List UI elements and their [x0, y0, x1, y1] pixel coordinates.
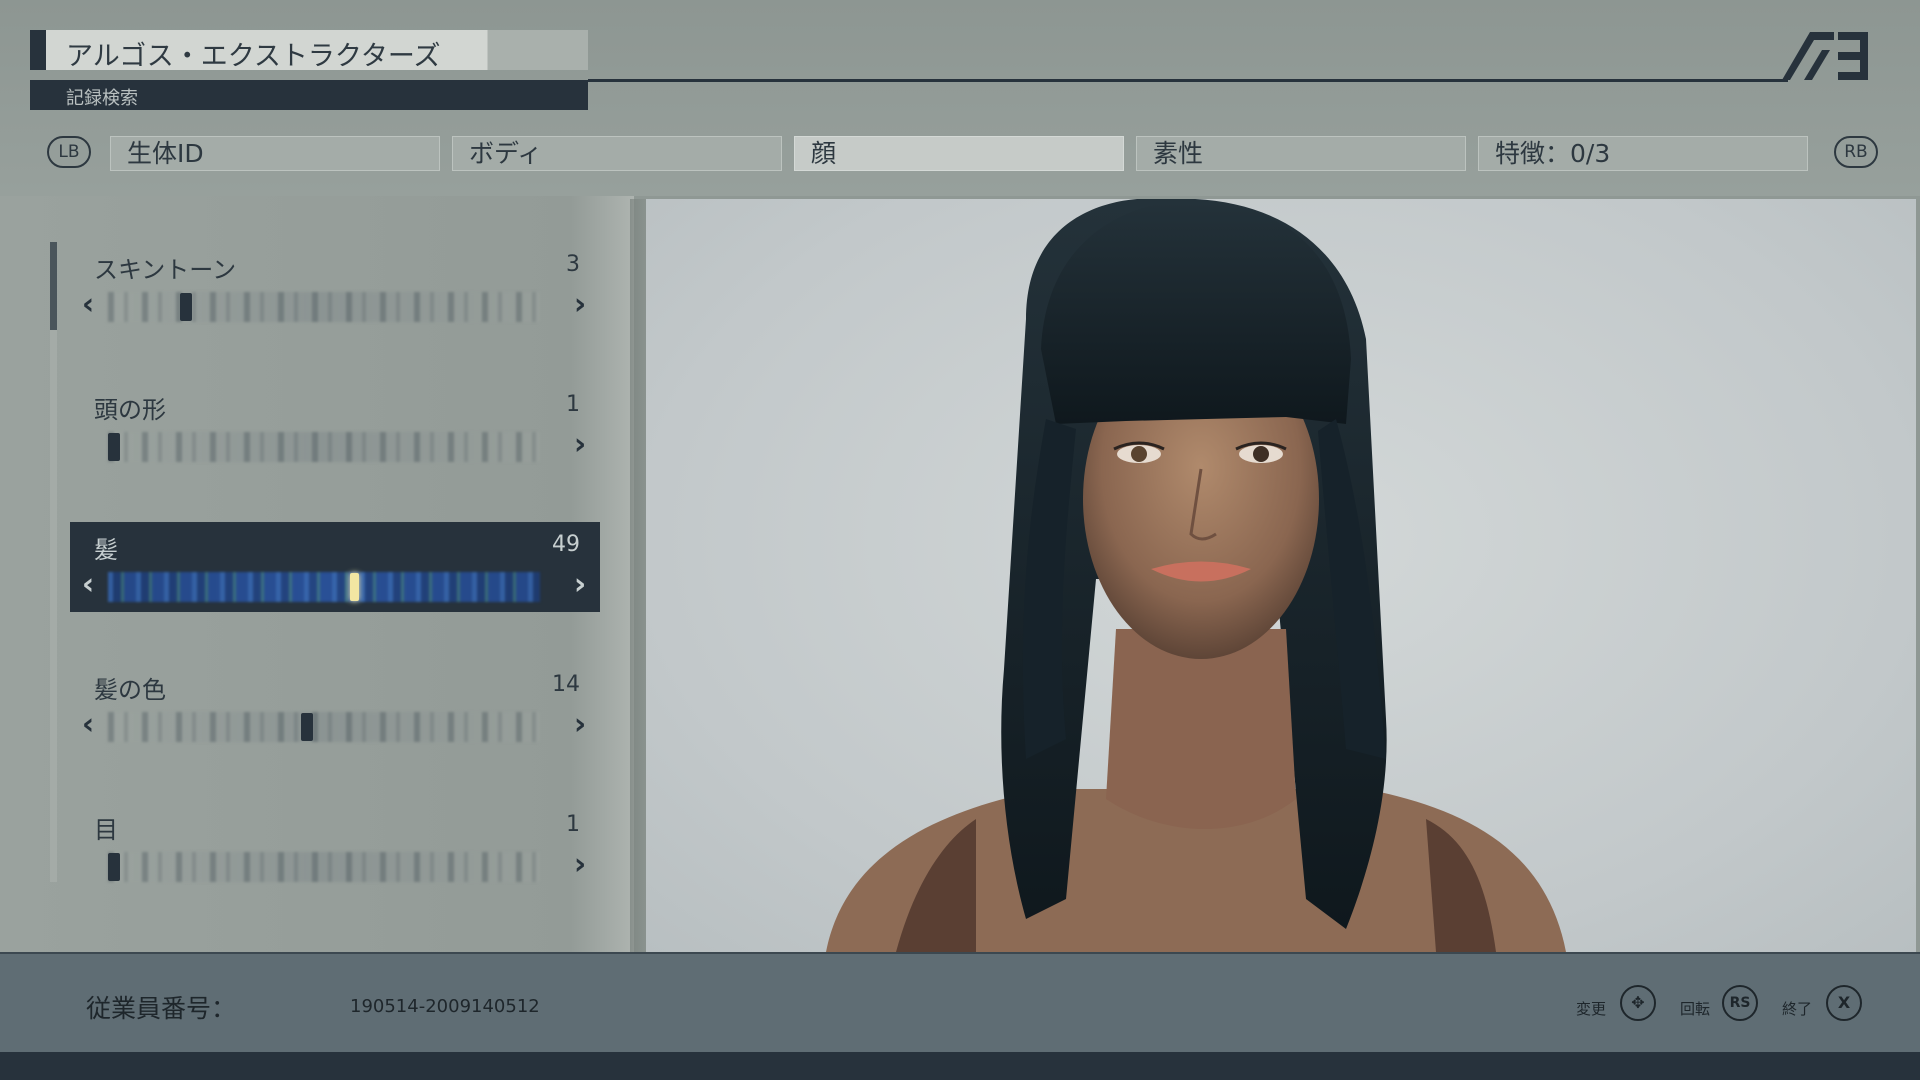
- x-button-icon[interactable]: X: [1826, 985, 1862, 1021]
- face-options-panel: スキントーン 3 ‹ › 頭の形 1 › 髪 49 ‹ › 髪の色 14 ‹ ›…: [0, 196, 634, 952]
- option-hair[interactable]: 髪 49 ‹ ›: [70, 522, 600, 612]
- dpad-icon[interactable]: ✥: [1620, 985, 1656, 1021]
- option-label: 目: [94, 816, 118, 844]
- chevron-right-icon[interactable]: ›: [568, 570, 592, 600]
- option-label: 頭の形: [94, 396, 166, 424]
- option-eyes[interactable]: 目 1 ›: [70, 802, 600, 892]
- slider-track: [108, 852, 540, 882]
- chevron-left-icon[interactable]: ‹: [76, 570, 100, 600]
- character-preview[interactable]: [646, 199, 1916, 952]
- chevron-left-icon[interactable]: ‹: [76, 290, 100, 320]
- chevron-right-icon[interactable]: ›: [568, 710, 592, 740]
- tab-biometric-id[interactable]: 生体ID: [110, 136, 440, 171]
- hint-change-label: 変更: [1576, 1000, 1607, 1018]
- chevron-right-icon[interactable]: ›: [568, 290, 592, 320]
- bottom-strip: [0, 1052, 1920, 1080]
- option-slider[interactable]: [108, 432, 540, 462]
- option-slider[interactable]: [108, 292, 540, 322]
- slider-marker[interactable]: [108, 433, 120, 461]
- title-accent: [30, 30, 46, 70]
- slider-marker[interactable]: [300, 713, 313, 741]
- character-portrait: [826, 199, 1566, 952]
- tab-face[interactable]: 顔: [794, 136, 1124, 171]
- header-divider: [588, 79, 1788, 82]
- option-label: 髪の色: [94, 676, 166, 704]
- tab-body[interactable]: ボディ: [452, 136, 782, 171]
- page-title: アルゴス・エクストラクターズ: [66, 41, 441, 72]
- page-subtitle: 記録検索: [66, 88, 138, 109]
- rs-stick-icon[interactable]: RS: [1722, 985, 1758, 1021]
- chevron-right-icon[interactable]: ›: [568, 850, 592, 880]
- option-value: 14: [552, 672, 580, 697]
- slider-track: [108, 432, 540, 462]
- option-value: 1: [566, 392, 580, 417]
- option-head-shape[interactable]: 頭の形 1 ›: [70, 382, 600, 472]
- hint-rotate-label: 回転: [1680, 1000, 1711, 1018]
- employee-number-label: 従業員番号：: [86, 994, 237, 1023]
- hint-exit-label: 終了: [1782, 1000, 1813, 1018]
- footer: 従業員番号： 190514-2009140512 変更 ✥ 回転 RS 終了 X: [0, 952, 1920, 1054]
- option-value: 1: [566, 812, 580, 837]
- slider-marker[interactable]: [108, 853, 120, 881]
- chevron-right-icon[interactable]: ›: [568, 430, 592, 460]
- option-slider[interactable]: [108, 852, 540, 882]
- employee-number: 190514-2009140512: [350, 996, 540, 1017]
- slider-marker[interactable]: [350, 573, 360, 601]
- title-box: アルゴス・エクストラクターズ: [30, 30, 588, 72]
- slider-track: [108, 292, 540, 322]
- chevron-left-icon[interactable]: ‹: [76, 710, 100, 740]
- option-value: 3: [566, 252, 580, 277]
- option-value: 49: [552, 532, 580, 557]
- option-label: 髪: [94, 536, 118, 564]
- option-hair-color[interactable]: 髪の色 14 ‹ ›: [70, 662, 600, 752]
- scrollbar-thumb[interactable]: [50, 242, 57, 330]
- option-slider[interactable]: [108, 712, 540, 742]
- tab-background[interactable]: 素性: [1136, 136, 1466, 171]
- slider-track: [108, 572, 540, 602]
- rb-button[interactable]: RB: [1834, 136, 1878, 168]
- ae-logo-icon: [1782, 32, 1868, 80]
- option-skin-tone[interactable]: スキントーン 3 ‹ ›: [70, 242, 600, 332]
- option-slider[interactable]: [108, 572, 540, 602]
- scrollbar[interactable]: [50, 242, 57, 882]
- subtitle-bar: 記録検索: [30, 80, 588, 110]
- slider-marker[interactable]: [179, 293, 192, 321]
- slider-track: [108, 712, 540, 742]
- option-label: スキントーン: [94, 256, 237, 284]
- lb-button[interactable]: LB: [47, 136, 91, 168]
- tab-traits[interactable]: 特徴：0/3: [1478, 136, 1808, 171]
- header: アルゴス・エクストラクターズ 記録検索 LB 生体ID ボディ 顔 素性 特徴：…: [0, 0, 1920, 196]
